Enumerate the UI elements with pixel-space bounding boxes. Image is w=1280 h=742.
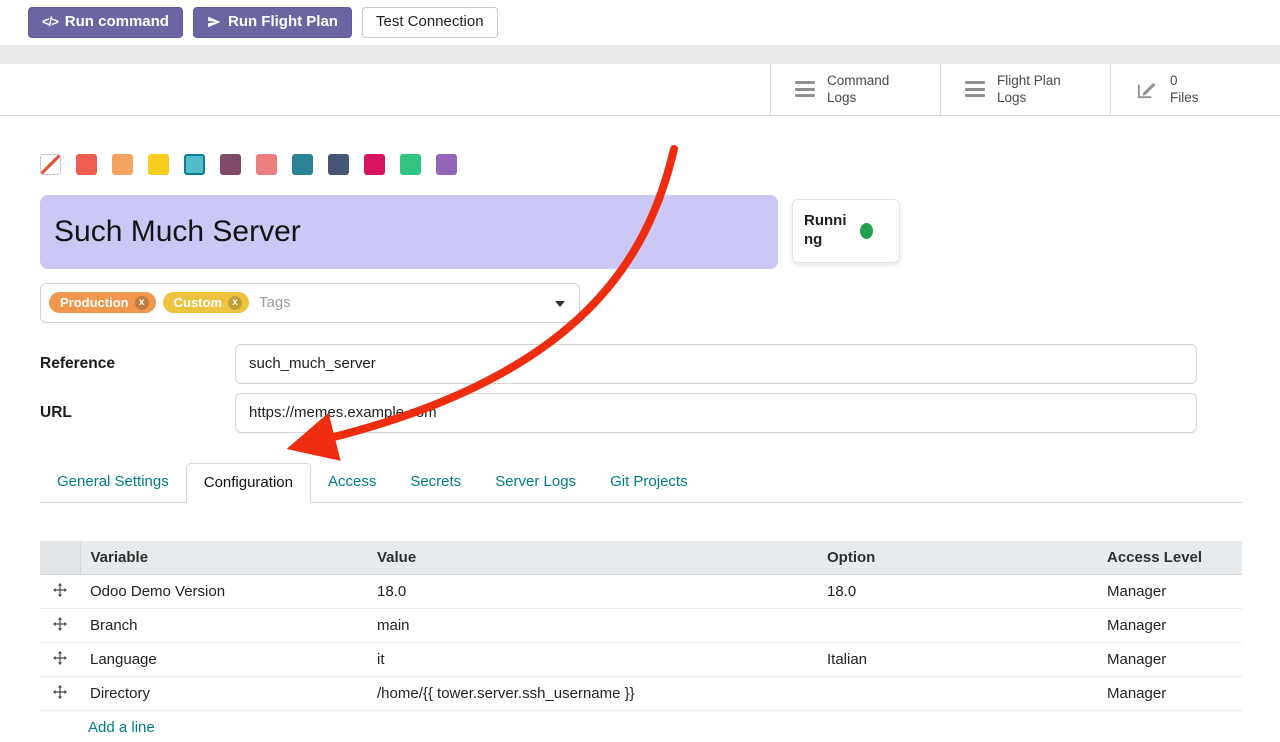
cell-option[interactable]: Italian bbox=[817, 643, 1097, 677]
color-swatch[interactable] bbox=[364, 154, 385, 175]
drag-handle-icon[interactable] bbox=[40, 575, 80, 609]
table-header-row: Variable Value Option Access Level bbox=[40, 541, 1242, 575]
command-logs-line2: Logs bbox=[827, 90, 856, 105]
files-button[interactable]: 0 Files bbox=[1110, 64, 1280, 115]
status-widget[interactable]: Running bbox=[792, 199, 900, 263]
cell-value[interactable]: it bbox=[367, 643, 817, 677]
col-header-variable: Variable bbox=[80, 541, 367, 575]
flight-plan-logs-line2: Logs bbox=[997, 90, 1026, 105]
run-flight-plan-label: Run Flight Plan bbox=[228, 13, 338, 32]
paper-plane-icon bbox=[207, 15, 221, 29]
color-swatch[interactable] bbox=[148, 154, 169, 175]
table-row[interactable]: Language it Italian Manager bbox=[40, 643, 1242, 677]
tags-placeholder: Tags bbox=[259, 294, 291, 311]
status-label: Running bbox=[804, 212, 852, 250]
test-connection-label: Test Connection bbox=[376, 13, 484, 32]
cell-option[interactable] bbox=[817, 609, 1097, 643]
color-swatch[interactable] bbox=[400, 154, 421, 175]
tab-git-projects[interactable]: Git Projects bbox=[593, 463, 705, 503]
add-a-line-link[interactable]: Add a line bbox=[88, 719, 155, 736]
run-flight-plan-button[interactable]: Run Flight Plan bbox=[193, 7, 352, 38]
cell-access[interactable]: Manager bbox=[1097, 609, 1242, 643]
color-swatch[interactable] bbox=[112, 154, 133, 175]
color-swatch[interactable] bbox=[436, 154, 457, 175]
color-swatch[interactable] bbox=[220, 154, 241, 175]
cell-variable[interactable]: Directory bbox=[80, 677, 367, 711]
cell-option[interactable] bbox=[817, 677, 1097, 711]
command-logs-line1: Command bbox=[827, 73, 889, 88]
cell-value[interactable]: main bbox=[367, 609, 817, 643]
reference-input[interactable]: such_much_server bbox=[235, 344, 1197, 384]
tag-label: Production bbox=[60, 295, 129, 310]
remove-tag-icon[interactable]: x bbox=[135, 296, 149, 310]
cell-variable[interactable]: Language bbox=[80, 643, 367, 677]
run-command-button[interactable]: </> Run command bbox=[28, 7, 183, 38]
col-header-value: Value bbox=[367, 541, 817, 575]
color-swatch[interactable] bbox=[256, 154, 277, 175]
col-header-option: Option bbox=[817, 541, 1097, 575]
tab-general-settings[interactable]: General Settings bbox=[40, 463, 186, 503]
url-label: URL bbox=[40, 404, 235, 422]
color-swatch[interactable] bbox=[292, 154, 313, 175]
server-name-value: Such Much Server bbox=[54, 215, 301, 249]
table-row[interactable]: Directory /home/{{ tower.server.ssh_user… bbox=[40, 677, 1242, 711]
color-swatch-selected[interactable] bbox=[184, 154, 205, 175]
variables-table: Variable Value Option Access Level Odoo … bbox=[40, 541, 1242, 742]
reference-value: such_much_server bbox=[249, 355, 376, 372]
code-icon: </> bbox=[42, 14, 58, 30]
drag-handle-icon[interactable] bbox=[40, 677, 80, 711]
color-swatch-none[interactable] bbox=[40, 154, 61, 175]
cell-value[interactable]: 18.0 bbox=[367, 575, 817, 609]
server-name-input[interactable]: Such Much Server bbox=[40, 195, 778, 269]
menu-icon bbox=[795, 81, 815, 97]
drag-handle-icon[interactable] bbox=[40, 609, 80, 643]
color-picker bbox=[40, 154, 1242, 175]
notebook-tabs: General Settings Configuration Access Se… bbox=[40, 463, 1242, 503]
cell-access[interactable]: Manager bbox=[1097, 677, 1242, 711]
tag-pill[interactable]: Custom x bbox=[163, 292, 249, 313]
top-toolbar: </> Run command Run Flight Plan Test Con… bbox=[0, 0, 1280, 45]
breadcrumb-band bbox=[0, 45, 1280, 64]
handle-column-header bbox=[40, 541, 80, 575]
table-row[interactable]: Branch main Manager bbox=[40, 609, 1242, 643]
flight-plan-logs-button[interactable]: Flight Plan Logs bbox=[940, 64, 1110, 115]
cell-variable[interactable]: Odoo Demo Version bbox=[80, 575, 367, 609]
form-sheet: Such Much Server Running Production x Cu… bbox=[0, 154, 1280, 742]
cell-access[interactable]: Manager bbox=[1097, 643, 1242, 677]
reference-label: Reference bbox=[40, 355, 235, 373]
url-input[interactable]: https://memes.example.com bbox=[235, 393, 1197, 433]
tab-access[interactable]: Access bbox=[311, 463, 393, 503]
run-command-label: Run command bbox=[65, 13, 169, 32]
cell-option[interactable]: 18.0 bbox=[817, 575, 1097, 609]
color-swatch[interactable] bbox=[328, 154, 349, 175]
command-logs-button[interactable]: Command Logs bbox=[770, 64, 940, 115]
table-row[interactable]: Odoo Demo Version 18.0 18.0 Manager bbox=[40, 575, 1242, 609]
tab-configuration[interactable]: Configuration bbox=[186, 463, 311, 503]
url-value: https://memes.example.com bbox=[249, 404, 437, 421]
tag-label: Custom bbox=[174, 295, 222, 310]
tab-server-logs[interactable]: Server Logs bbox=[478, 463, 593, 503]
edit-pencil-icon bbox=[1135, 78, 1158, 101]
col-header-access-level: Access Level bbox=[1097, 541, 1242, 575]
files-count: 0 bbox=[1170, 73, 1178, 88]
cell-value[interactable]: /home/{{ tower.server.ssh_username }} bbox=[367, 677, 817, 711]
test-connection-button[interactable]: Test Connection bbox=[362, 7, 498, 38]
files-label: Files bbox=[1170, 90, 1199, 105]
flight-plan-logs-line1: Flight Plan bbox=[997, 73, 1061, 88]
color-swatch[interactable] bbox=[76, 154, 97, 175]
tag-pill[interactable]: Production x bbox=[49, 292, 156, 313]
cell-variable[interactable]: Branch bbox=[80, 609, 367, 643]
status-dot-icon bbox=[860, 223, 873, 239]
tags-input[interactable]: Production x Custom x Tags bbox=[40, 283, 580, 323]
drag-handle-icon[interactable] bbox=[40, 643, 80, 677]
chevron-down-icon[interactable] bbox=[555, 301, 565, 307]
add-line-row: Add a line bbox=[40, 711, 1242, 742]
stats-header: Command Logs Flight Plan Logs 0 Files bbox=[0, 64, 1280, 116]
cell-access[interactable]: Manager bbox=[1097, 575, 1242, 609]
remove-tag-icon[interactable]: x bbox=[228, 296, 242, 310]
menu-icon bbox=[965, 81, 985, 97]
tab-secrets[interactable]: Secrets bbox=[393, 463, 478, 503]
